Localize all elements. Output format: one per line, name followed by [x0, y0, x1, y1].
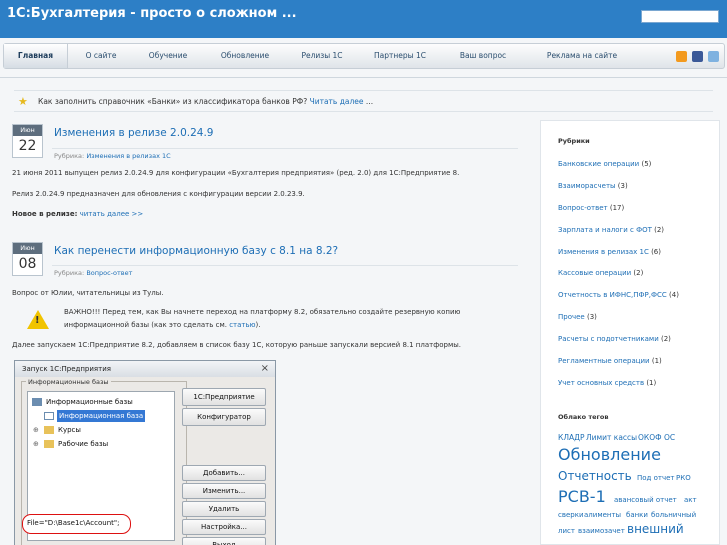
- site-header: 1С:Бухгалтерия - просто о сложном ...: [0, 0, 727, 38]
- star-icon: ★: [18, 95, 28, 108]
- site-title[interactable]: 1С:Бухгалтерия - просто о сложном ...: [7, 6, 297, 21]
- add-button[interactable]: Добавить...: [182, 465, 266, 481]
- close-icon[interactable]: ×: [261, 363, 269, 374]
- nav-your-question[interactable]: Ваш вопрос: [453, 44, 513, 68]
- category-item: Расчеты с подотчетниками (2): [558, 335, 671, 343]
- warning-text: информационной базы (как это сделать см.…: [64, 321, 261, 329]
- tags-heading: Облако тегов: [558, 413, 609, 421]
- warning-mark: !: [35, 315, 40, 326]
- announcement-text: Как заполнить справочник «Банки» из клас…: [38, 97, 374, 106]
- warning-text: ВАЖНО!!! Перед тем, как Вы начнете перех…: [64, 308, 461, 316]
- category-item: Зарплата и налоги с ФОТ (2): [558, 226, 665, 234]
- post-category: Рубрика: Вопрос-ответ: [54, 269, 133, 277]
- folder-icon: [44, 440, 54, 448]
- nav-about[interactable]: О сайте: [76, 44, 126, 68]
- rss-icon[interactable]: [676, 51, 687, 62]
- category-item: Изменения в релизах 1С (6): [558, 248, 661, 256]
- category-item: Прочее (3): [558, 313, 597, 321]
- tag-link[interactable]: банки: [626, 511, 648, 519]
- nav-bar: Главная О сайте Обучение Обновление Рели…: [3, 43, 725, 69]
- category-link[interactable]: Изменения в релизах 1С: [86, 152, 170, 160]
- tree-item-work-bases[interactable]: Рабочие базы: [58, 438, 108, 450]
- announcement-bar: ★ Как заполнить справочник «Банки» из кл…: [14, 90, 713, 112]
- facebook-icon[interactable]: [692, 51, 703, 62]
- category-item: Банковские операции (5): [558, 160, 652, 168]
- tag-link[interactable]: внешний: [627, 522, 684, 536]
- tag-link[interactable]: больничный: [651, 511, 696, 519]
- read-more-link[interactable]: читать далее >>: [80, 210, 144, 218]
- categories-heading: Рубрики: [558, 137, 590, 145]
- folder-icon: [32, 398, 42, 406]
- tag-link[interactable]: Отчетность: [558, 469, 632, 483]
- delete-button[interactable]: Удалить: [182, 501, 266, 517]
- dialog-title: Запуск 1С:Предприятия: [22, 365, 111, 373]
- tag-link[interactable]: КЛАДР: [558, 433, 584, 442]
- tag-link[interactable]: ОС: [664, 433, 675, 442]
- main-navigation: Главная О сайте Обучение Обновление Рели…: [0, 38, 727, 78]
- tag-link[interactable]: Под отчет: [637, 474, 675, 482]
- post-date-badge: Июн 22: [12, 124, 43, 158]
- enterprise-button[interactable]: 1С:Предприятие: [182, 388, 266, 406]
- configurator-button[interactable]: Конфигуратор: [182, 408, 266, 426]
- post-divider: [52, 148, 518, 149]
- post-title[interactable]: Изменения в релизе 2.0.24.9: [54, 127, 213, 139]
- tag-link[interactable]: авансовый отчет: [614, 496, 677, 504]
- category-item: Регламентные операции (1): [558, 357, 662, 365]
- nav-home[interactable]: Главная: [4, 44, 68, 68]
- tree-item-courses[interactable]: Курсы: [58, 424, 81, 436]
- tag-link[interactable]: акт: [684, 496, 697, 504]
- exit-button[interactable]: Выход: [182, 537, 266, 545]
- category-item: Взаиморасчеты (3): [558, 182, 628, 190]
- mail-icon[interactable]: [708, 51, 719, 62]
- search-input[interactable]: [641, 10, 719, 23]
- category-item: Учет основных средств (1): [558, 379, 657, 387]
- database-icon: [44, 412, 54, 420]
- nav-updates[interactable]: Обновление: [209, 44, 281, 68]
- tag-link[interactable]: алименты: [584, 511, 621, 519]
- nav-releases[interactable]: Релизы 1С: [292, 44, 352, 68]
- nav-partners[interactable]: Партнеры 1С: [368, 44, 432, 68]
- tag-link[interactable]: сверки: [558, 511, 584, 519]
- date-day: 22: [18, 138, 37, 154]
- connection-path: File="D:\Base1c\Account";: [22, 514, 131, 534]
- post-paragraph: Вопрос от Юлии, читательницы из Тулы.: [12, 289, 164, 297]
- tree-item-selected[interactable]: Информационная база: [57, 410, 146, 422]
- tag-link[interactable]: Обновление: [558, 445, 661, 464]
- tag-link[interactable]: Лимит кассы: [586, 433, 637, 442]
- post-paragraph: Релиз 2.0.24.9 предназначен для обновлен…: [12, 190, 305, 198]
- nav-training[interactable]: Обучение: [140, 44, 196, 68]
- folder-icon: [44, 426, 54, 434]
- post-category: Рубрика: Изменения в релизах 1С: [54, 152, 171, 160]
- date-day: 08: [18, 256, 37, 272]
- post-paragraph: Далее запускаем 1С:Предприятие 8.2, доба…: [12, 341, 461, 349]
- post-divider: [52, 265, 518, 266]
- infobases-group-label: Информационные базы: [26, 378, 111, 386]
- tag-link[interactable]: взаимозачет: [578, 527, 625, 535]
- tree-item-root[interactable]: Информационные базы: [46, 396, 133, 408]
- sidebar: Рубрики Банковские операции (5) Взаимора…: [540, 120, 720, 545]
- category-link[interactable]: Вопрос-ответ: [86, 269, 132, 277]
- article-link[interactable]: статью: [229, 321, 255, 329]
- post-paragraph: 21 июня 2011 выпущен релиз 2.0.24.9 для …: [12, 169, 460, 177]
- nav-advertising[interactable]: Реклама на сайте: [535, 44, 629, 68]
- dialog-titlebar: Запуск 1С:Предприятия ×: [15, 361, 275, 377]
- category-item: Отчетность в ИФНС,ПФР,ФСС (4): [558, 291, 679, 299]
- category-item: Кассовые операции (2): [558, 269, 644, 277]
- post-title[interactable]: Как перенести информационную базу с 8.1 …: [54, 245, 338, 257]
- expand-icon[interactable]: ⊕: [33, 426, 39, 434]
- expand-icon[interactable]: ⊕: [33, 440, 39, 448]
- date-month: Июн: [13, 243, 42, 254]
- post-more: Новое в релизе: читать далее >>: [12, 210, 144, 218]
- tag-link[interactable]: ОКОФ: [638, 433, 662, 442]
- tag-link[interactable]: РСВ-1: [558, 487, 606, 506]
- date-month: Июн: [13, 125, 42, 136]
- tag-link[interactable]: РКО: [676, 474, 691, 482]
- edit-button[interactable]: Изменить...: [182, 483, 266, 499]
- settings-button[interactable]: Настройка...: [182, 519, 266, 535]
- tag-link[interactable]: лист: [558, 527, 575, 535]
- post-date-badge: Июн 08: [12, 242, 43, 276]
- category-item: Вопрос-ответ (17): [558, 204, 625, 212]
- read-more-link[interactable]: Читать далее: [310, 97, 364, 106]
